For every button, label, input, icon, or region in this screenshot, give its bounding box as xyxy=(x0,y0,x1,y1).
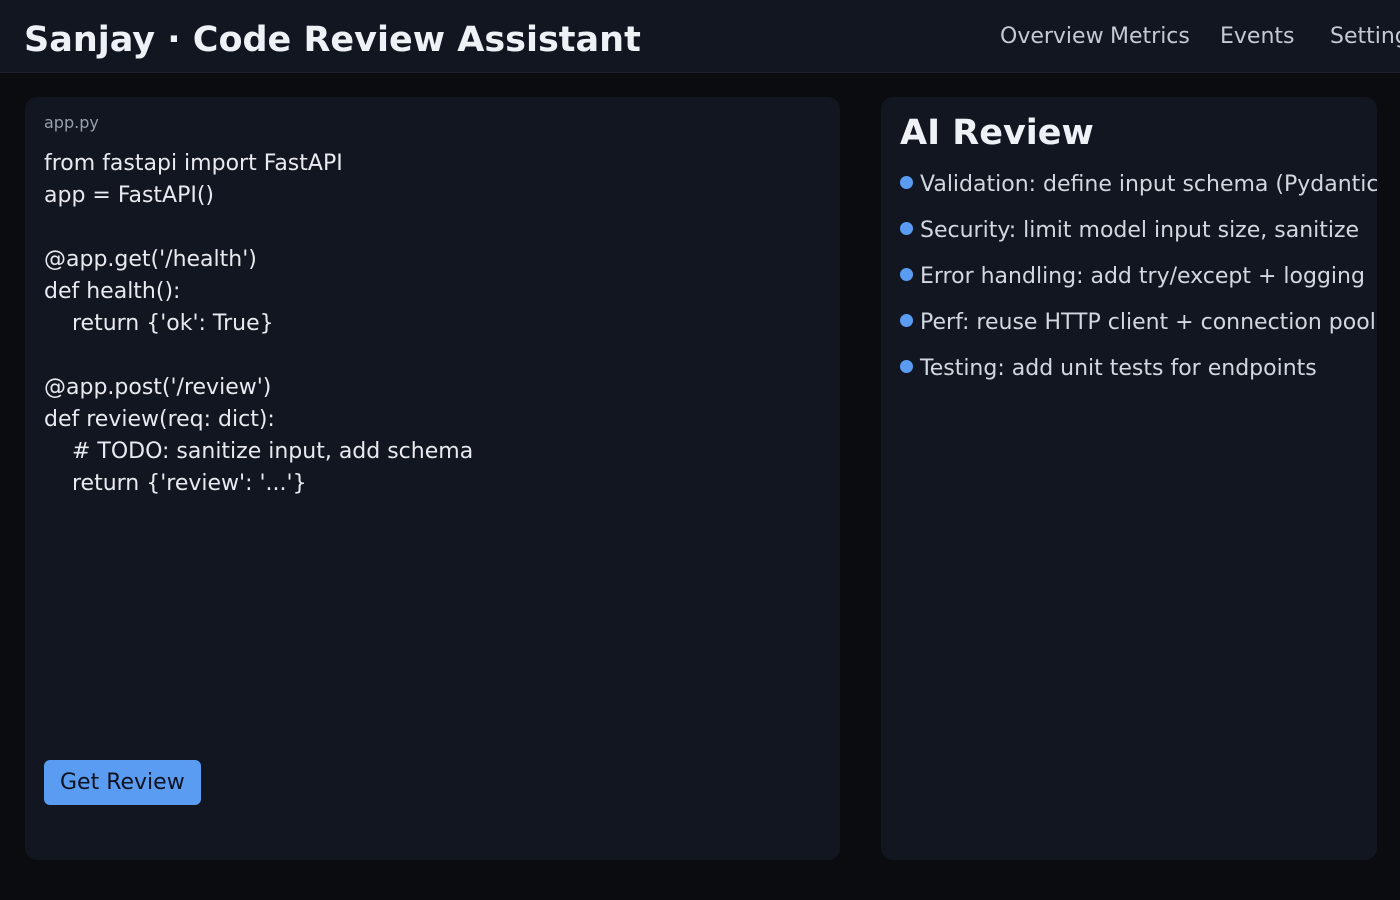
list-item: Security: limit model input size, saniti… xyxy=(900,215,1377,261)
review-list: Validation: define input schema (Pydanti… xyxy=(900,169,1377,399)
file-name: app.py xyxy=(44,113,99,132)
code-editor-panel: app.py from fastapi import FastAPI app =… xyxy=(25,97,840,860)
get-review-button[interactable]: Get Review xyxy=(44,760,201,805)
nav-overview[interactable]: Overview xyxy=(1000,22,1104,52)
review-item-text: Security: limit model input size, saniti… xyxy=(920,218,1360,243)
review-item-text: Validation: define input schema (Pydanti… xyxy=(920,172,1377,197)
code-editor[interactable]: from fastapi import FastAPI app = FastAP… xyxy=(44,148,473,500)
list-item: Testing: add unit tests for endpoints xyxy=(900,353,1377,399)
nav-settings[interactable]: Settings xyxy=(1330,22,1400,52)
bullet-icon xyxy=(900,360,913,373)
list-item: Error handling: add try/except + logging xyxy=(900,261,1377,307)
review-item-text: Perf: reuse HTTP client + connection poo… xyxy=(920,310,1376,335)
bullet-icon xyxy=(900,222,913,235)
nav-events[interactable]: Events xyxy=(1220,22,1295,52)
top-bar: Sanjay · Code Review Assistant Overview … xyxy=(0,0,1400,73)
list-item: Perf: reuse HTTP client + connection poo… xyxy=(900,307,1377,353)
review-title: AI Review xyxy=(900,113,1094,153)
bullet-icon xyxy=(900,176,913,189)
review-item-text: Testing: add unit tests for endpoints xyxy=(920,356,1317,381)
nav-metrics[interactable]: Metrics xyxy=(1110,22,1190,52)
app-title: Sanjay · Code Review Assistant xyxy=(24,20,641,60)
review-item-text: Error handling: add try/except + logging xyxy=(920,264,1365,289)
bullet-icon xyxy=(900,314,913,327)
ai-review-panel: AI Review Validation: define input schem… xyxy=(881,97,1377,860)
list-item: Validation: define input schema (Pydanti… xyxy=(900,169,1377,215)
bullet-icon xyxy=(900,268,913,281)
